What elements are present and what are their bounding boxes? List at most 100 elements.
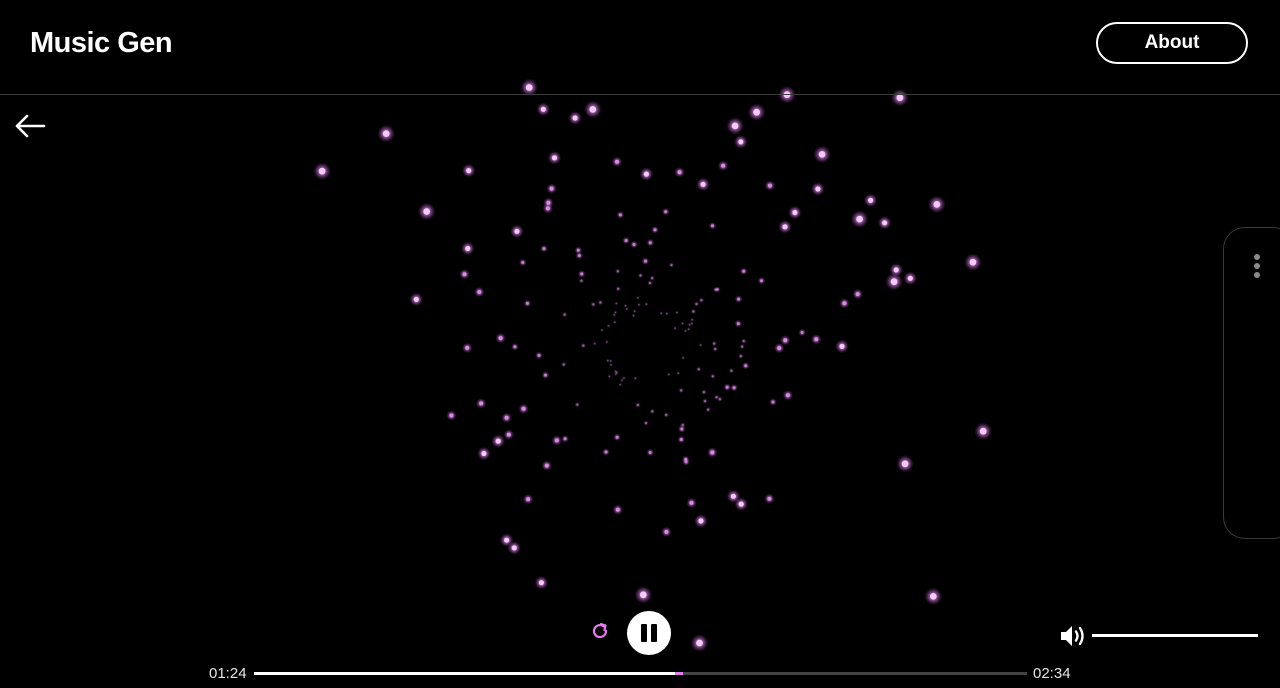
particle — [677, 170, 682, 175]
particle — [695, 302, 698, 306]
back-button[interactable] — [12, 112, 48, 140]
particle — [771, 400, 775, 404]
particle — [576, 403, 579, 406]
particle-visualizer — [313, 78, 992, 652]
particle — [615, 373, 617, 375]
particle — [537, 353, 541, 357]
particle — [682, 357, 684, 359]
particle — [601, 329, 603, 331]
particle — [644, 259, 647, 263]
particle — [572, 115, 578, 121]
particle — [632, 314, 635, 317]
particle — [677, 372, 679, 374]
particle — [697, 368, 700, 371]
particle — [615, 159, 619, 164]
volume-button[interactable] — [1059, 623, 1087, 649]
progress-fill — [254, 672, 675, 675]
particle — [546, 200, 551, 205]
particle — [692, 310, 695, 313]
particle — [382, 130, 390, 138]
particle — [741, 345, 744, 348]
particle — [676, 311, 678, 314]
particle — [636, 403, 640, 407]
particle — [760, 279, 763, 283]
particle — [538, 580, 545, 586]
particle — [617, 287, 620, 290]
particle — [660, 312, 663, 315]
particle — [680, 427, 684, 431]
particle — [665, 413, 668, 416]
particle — [651, 410, 654, 413]
particle — [506, 432, 511, 437]
side-panel — [1223, 227, 1280, 539]
particle — [688, 323, 691, 326]
particle — [744, 364, 748, 368]
particle — [818, 151, 826, 158]
particle — [637, 297, 639, 299]
particle — [606, 341, 608, 343]
particle — [753, 108, 760, 116]
particle — [607, 359, 609, 362]
particle — [318, 167, 326, 175]
particle — [666, 312, 668, 315]
particle — [449, 413, 454, 418]
particle — [504, 415, 509, 420]
particle — [511, 545, 517, 551]
particle — [498, 336, 503, 341]
particle — [731, 122, 739, 130]
particle — [782, 224, 788, 230]
volume-fill — [1092, 634, 1258, 637]
particle — [551, 155, 558, 161]
particle — [638, 303, 640, 306]
particle — [679, 438, 683, 441]
particle — [645, 303, 648, 306]
arrow-left-icon — [15, 114, 46, 138]
particle — [514, 228, 520, 234]
particle — [624, 305, 627, 307]
particle — [544, 373, 547, 377]
particle — [684, 330, 687, 332]
particle — [607, 325, 610, 327]
particle — [737, 297, 741, 301]
header-bar: Music Gen About — [0, 0, 1280, 95]
particle — [711, 375, 714, 378]
particle — [890, 278, 898, 286]
particle — [633, 310, 636, 313]
particle — [616, 270, 619, 273]
particle — [632, 243, 636, 246]
particle — [479, 401, 484, 406]
particle — [707, 408, 710, 411]
particle — [580, 279, 583, 282]
particle — [599, 301, 602, 304]
particle — [893, 267, 899, 273]
particle — [767, 183, 772, 188]
particle — [582, 344, 585, 347]
progress-slider[interactable] — [254, 672, 1027, 675]
particle — [814, 337, 819, 342]
particle — [465, 245, 471, 252]
particle — [542, 247, 546, 251]
particle — [681, 322, 684, 325]
kebab-menu-icon[interactable] — [1252, 254, 1262, 284]
particle — [664, 529, 669, 534]
particle — [644, 421, 648, 425]
pause-button[interactable] — [627, 611, 671, 655]
particle — [718, 398, 722, 401]
particle — [540, 106, 546, 112]
particle — [738, 139, 744, 145]
particle — [648, 281, 652, 285]
particle — [608, 375, 611, 378]
volume-slider[interactable] — [1092, 634, 1258, 637]
particle — [767, 496, 772, 501]
about-button[interactable]: About — [1096, 22, 1248, 64]
particle — [592, 303, 595, 306]
progress-handle[interactable] — [675, 672, 683, 675]
particle — [699, 344, 702, 346]
particle — [462, 272, 467, 277]
particle — [481, 450, 487, 457]
particle — [674, 327, 676, 330]
replay-button[interactable] — [588, 619, 612, 643]
particle — [742, 340, 745, 343]
particle — [855, 292, 860, 297]
particle — [736, 322, 740, 326]
